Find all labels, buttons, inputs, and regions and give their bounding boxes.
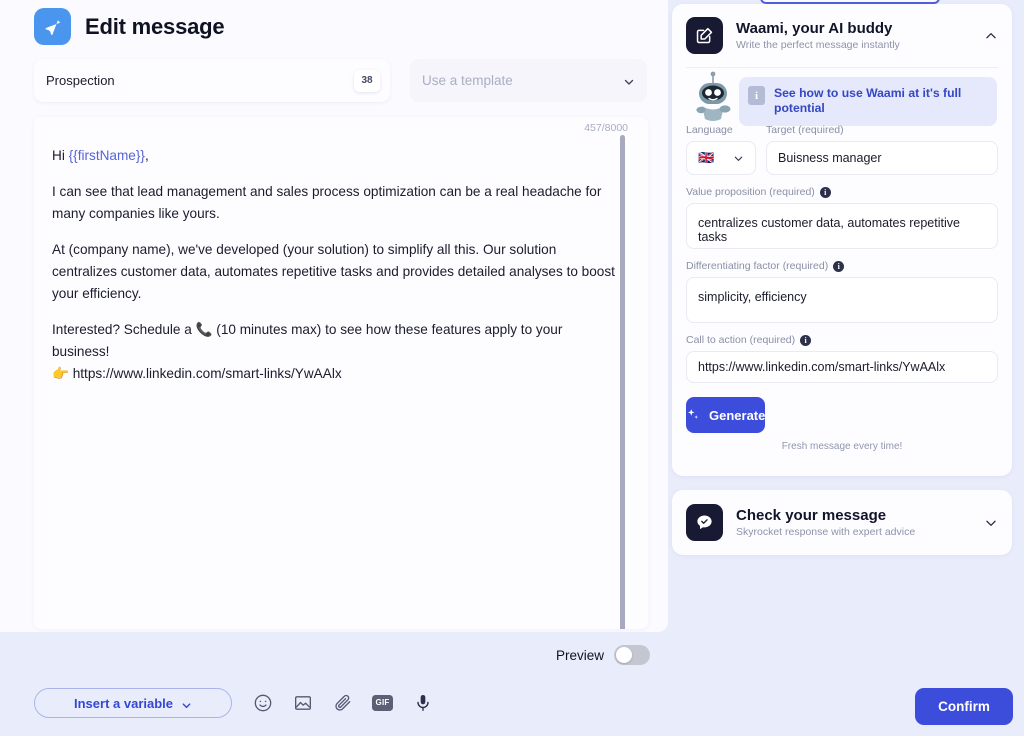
sparkle-icon <box>687 409 698 419</box>
value-proposition-label-text: Value proposition (required) <box>686 186 815 198</box>
toggle-knob <box>616 647 633 663</box>
gif-badge-label: GIF <box>372 694 393 711</box>
confirm-button[interactable]: Confirm <box>915 688 1013 725</box>
message-greeting: Hi {{firstName}}, <box>52 145 617 167</box>
differentiating-factor-label: Differentiating factor (required) i <box>686 260 998 272</box>
image-icon[interactable] <box>292 692 313 713</box>
message-link-line: 👉 https://www.linkedin.com/smart-links/Y… <box>52 366 342 382</box>
insert-variable-label: Insert a variable <box>74 695 173 711</box>
first-name-variable: {{firstName}} <box>68 148 145 163</box>
message-char-counter: 457/8000 <box>584 122 628 134</box>
info-icon: i <box>748 86 765 105</box>
greeting-prefix: Hi <box>52 148 69 163</box>
waami-subtitle: Write the perfect message instantly <box>736 39 900 51</box>
message-paragraph-4-text: Interested? Schedule a 📞 (10 minutes max… <box>52 322 563 360</box>
target-value: Buisness manager <box>778 151 882 165</box>
value-proposition-input[interactable]: centralizes customer data, automates rep… <box>686 203 998 249</box>
differentiating-factor-label-text: Differentiating factor (required) <box>686 260 829 272</box>
waami-fields: Language 🇬🇧 Target (required) Buisness m… <box>672 124 1012 383</box>
target-input[interactable]: Buisness manager <box>766 141 998 175</box>
preview-label: Preview <box>556 647 605 663</box>
edit-message-screen: Edit message Prospection 38 Use a templa… <box>0 0 1024 736</box>
robot-mascot-icon <box>686 71 740 127</box>
flag-icon: 🇬🇧 <box>698 150 715 165</box>
language-field: Language 🇬🇧 <box>686 124 756 175</box>
target-label: Target (required) <box>766 124 844 136</box>
call-to-action-input[interactable]: https://www.linkedin.com/smart-links/YwA… <box>686 351 998 383</box>
page-header: Edit message <box>34 8 225 45</box>
bottom-toolbar: Insert a variable GIF Confirm <box>0 680 1024 736</box>
waami-help-banner-text: See how to use Waami at it's full potent… <box>774 86 962 116</box>
template-select[interactable]: Use a template <box>410 59 647 102</box>
left-column: Edit message Prospection 38 Use a templa… <box>0 0 668 736</box>
edit-square-icon <box>686 17 723 54</box>
emoji-icon[interactable] <box>252 692 273 713</box>
message-paragraph-3: At (company name), we've developed (your… <box>52 242 615 302</box>
check-message-title: Check your message <box>736 507 887 524</box>
waami-card: Waami, your AI buddy Write the perfect m… <box>672 4 1012 476</box>
chevron-up-icon[interactable] <box>984 29 998 43</box>
mascot-row: i See how to use Waami at it's full pote… <box>672 68 1012 127</box>
chevron-down-icon <box>623 75 635 87</box>
value-proposition-field: Value proposition (required) i centraliz… <box>686 186 998 249</box>
chevron-down-icon <box>181 698 192 709</box>
language-target-row: Language 🇬🇧 Target (required) Buisness m… <box>686 124 998 175</box>
check-message-card[interactable]: Check your message Skyrocket response wi… <box>672 490 1012 555</box>
waami-help-banner[interactable]: i See how to use Waami at it's full pote… <box>739 77 997 126</box>
attachment-icon[interactable] <box>332 692 353 713</box>
language-select[interactable]: 🇬🇧 <box>686 141 756 175</box>
insert-variable-button[interactable]: Insert a variable <box>34 688 232 718</box>
differentiating-factor-field: Differentiating factor (required) i simp… <box>686 260 998 323</box>
waami-card-header[interactable]: Waami, your AI buddy Write the perfect m… <box>672 4 1012 67</box>
message-name-value: Prospection <box>46 73 115 88</box>
editor-tool-icons: GIF <box>252 692 433 713</box>
generate-label: Generate <box>709 407 766 423</box>
chevron-down-icon[interactable] <box>984 516 998 530</box>
differentiating-factor-value: simplicity, efficiency <box>698 290 807 304</box>
waami-card-titles: Waami, your AI buddy Write the perfect m… <box>736 20 900 51</box>
chevron-down-icon <box>733 153 744 164</box>
generate-button[interactable]: Generate <box>686 397 766 433</box>
info-icon[interactable]: i <box>800 334 812 346</box>
value-proposition-label: Value proposition (required) i <box>686 186 998 198</box>
message-name-input[interactable]: Prospection 38 <box>34 59 390 102</box>
message-text[interactable]: Hi {{firstName}}, I can see that lead ma… <box>52 145 617 385</box>
message-paragraph-4: Interested? Schedule a 📞 (10 minutes max… <box>52 319 617 385</box>
info-icon[interactable]: i <box>819 186 831 198</box>
send-plane-icon <box>34 8 71 45</box>
call-to-action-value: https://www.linkedin.com/smart-links/YwA… <box>698 360 946 374</box>
waami-title: Waami, your AI buddy <box>736 20 893 37</box>
target-field: Target (required) Buisness manager <box>766 124 998 175</box>
message-editor-panel: Edit message Prospection 38 Use a templa… <box>0 0 668 665</box>
info-icon[interactable]: i <box>833 260 845 272</box>
generate-note: Fresh message every time! <box>781 441 903 452</box>
call-to-action-label: Call to action (required) i <box>686 334 998 346</box>
message-body-card[interactable]: 457/8000 Hi {{firstName}}, I can see tha… <box>34 117 648 629</box>
title-row: Prospection 38 Use a template <box>34 59 648 102</box>
greeting-suffix: , <box>144 148 149 163</box>
check-message-header[interactable]: Check your message Skyrocket response wi… <box>672 490 1012 555</box>
value-proposition-value: centralizes customer data, automates rep… <box>698 216 960 244</box>
template-placeholder: Use a template <box>422 73 513 88</box>
name-char-badge: 38 <box>354 69 380 92</box>
check-message-subtitle: Skyrocket response with expert advice <box>736 526 916 538</box>
page-title: Edit message <box>85 13 225 39</box>
language-label: Language <box>686 124 733 136</box>
gif-icon[interactable]: GIF <box>372 692 393 713</box>
differentiating-factor-input[interactable]: simplicity, efficiency <box>686 277 998 323</box>
call-to-action-label-text: Call to action (required) <box>686 334 796 346</box>
message-paragraph-2: I can see that lead management and sales… <box>52 184 602 222</box>
chat-check-icon <box>686 504 723 541</box>
message-scrollbar[interactable] <box>620 135 625 629</box>
microphone-icon[interactable] <box>412 692 433 713</box>
preview-toggle[interactable] <box>614 645 651 665</box>
call-to-action-field: Call to action (required) i https://www.… <box>686 334 998 383</box>
preview-toggle-row: Preview <box>556 645 651 665</box>
check-message-titles: Check your message Skyrocket response wi… <box>736 507 915 538</box>
